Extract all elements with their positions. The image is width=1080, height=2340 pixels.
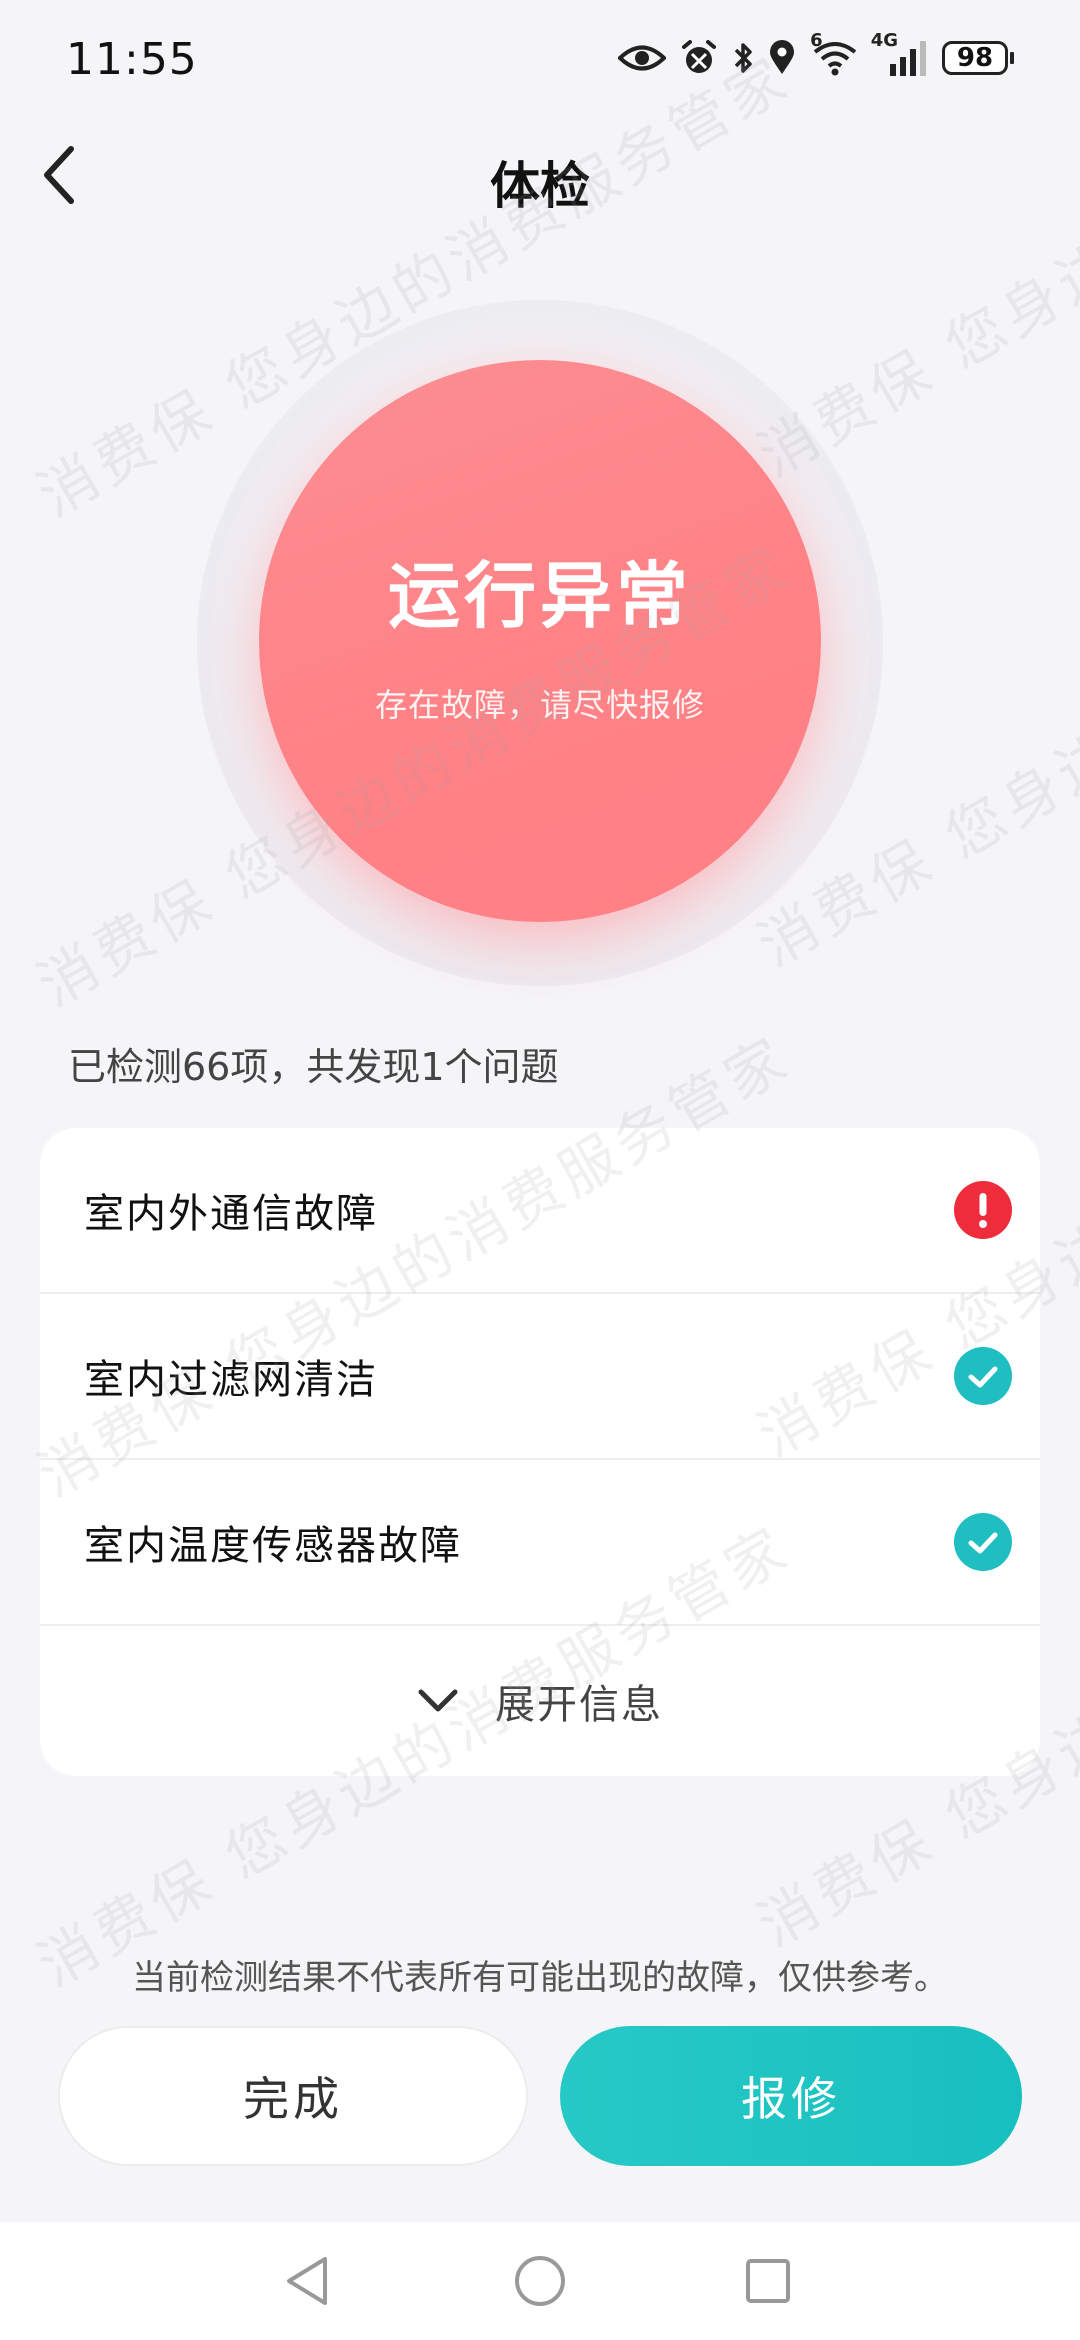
chevron-down-icon [418,1689,458,1712]
check-summary: 已检测66项，共发现1个问题 [68,1045,559,1089]
expand-info-button[interactable]: 展开信息 [40,1626,1040,1776]
nav-home-button[interactable] [505,2246,575,2316]
alarm-icon [680,39,718,77]
check-item: 室内过滤网清洁 [40,1294,1040,1460]
check-item-label: 室内外通信故障 [84,1191,378,1237]
exclamation-icon [954,1181,1012,1239]
check-item: 室内外通信故障 [40,1128,1040,1294]
nav-recent-button[interactable] [733,2246,803,2316]
status-time: 11:55 [66,34,198,85]
home-circle-icon [515,2256,565,2306]
recent-square-icon [746,2259,790,2303]
eye-icon [618,41,667,75]
wifi-icon: 6 [810,30,857,76]
battery-icon: 98 [942,41,1014,75]
check-icon [954,1513,1012,1571]
done-button[interactable]: 完成 [58,2026,528,2166]
check-list-card: 室内外通信故障 室内过滤网清洁 室内温度传感器故障 展开信息 [40,1128,1040,1776]
check-item: 室内温度传感器故障 [40,1460,1040,1626]
status-title: 运行异常 [387,553,692,638]
page-title: 体检 [490,157,590,215]
check-item-label: 室内过滤网清洁 [84,1357,378,1403]
battery-tip [1010,52,1014,64]
repair-button[interactable]: 报修 [560,2026,1022,2166]
disclaimer: 当前检测结果不代表所有可能出现的故障，仅供参考。 [132,1958,948,1998]
check-icon [954,1347,1012,1405]
nav-back-button[interactable] [272,2246,342,2316]
location-icon [768,40,796,76]
status-circle: 运行异常 存在故障，请尽快报修 [259,360,821,922]
wifi-badge: 6 [810,30,823,51]
network-type: 4G [870,30,898,51]
status-subtitle: 存在故障，请尽快报修 [374,685,705,724]
battery-level: 98 [942,41,1008,75]
system-nav-bar [0,2222,1080,2340]
check-item-label: 室内温度传感器故障 [84,1523,462,1569]
status-icons: 6 4G 98 [618,30,1014,80]
back-triangle-icon [287,2257,327,2305]
status-bar: 11:55 6 4G 98 [0,0,1080,120]
signal-icon: 4G [871,30,928,76]
expand-info-label: 展开信息 [495,1682,663,1728]
header: 体检 [0,120,1080,230]
bluetooth-icon [732,40,754,76]
